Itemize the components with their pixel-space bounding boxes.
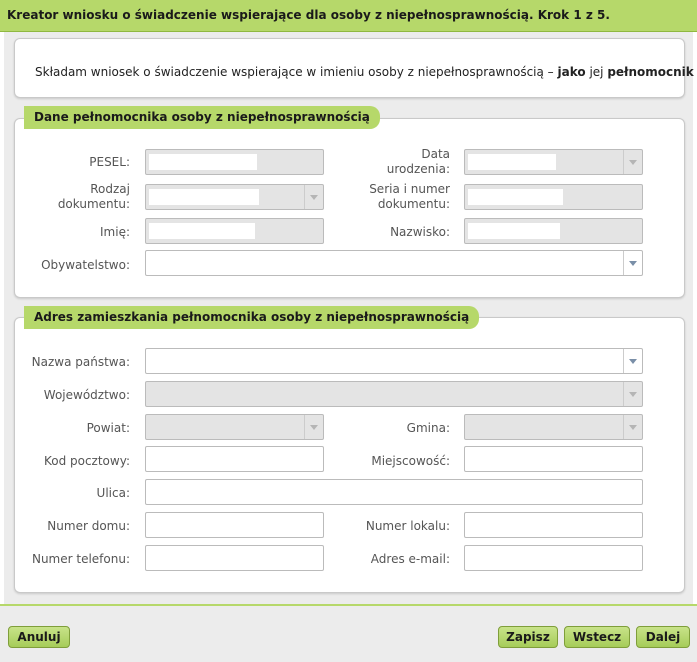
address-section-title: Adres zamieszkania pełnomocnika osoby z … xyxy=(24,306,480,329)
country-label: Nazwa państwa: xyxy=(31,355,130,369)
intro-text-prefix: Składam wniosek o świadczenie wspierając… xyxy=(35,65,558,79)
pesel-label: PESEL: xyxy=(89,155,130,169)
intro-text-mid: jej xyxy=(585,65,608,79)
attorney-data-section-title: Dane pełnomocnika osoby z niepełnosprawn… xyxy=(24,106,380,129)
phone-field[interactable] xyxy=(145,545,324,571)
last-name-field[interactable] xyxy=(464,218,643,244)
pesel-field[interactable] xyxy=(145,149,324,175)
house-number-field[interactable] xyxy=(145,512,324,538)
commune-select[interactable] xyxy=(464,414,643,440)
chevron-down-icon[interactable] xyxy=(304,185,323,209)
window-title-bar: Kreator wniosku o świadczenie wspierając… xyxy=(0,0,697,32)
voivodeship-label: Województwo: xyxy=(43,388,130,402)
postal-code-field[interactable] xyxy=(145,446,324,472)
city-field[interactable] xyxy=(464,446,643,472)
document-type-label: Rodzaj dokumentu: xyxy=(57,182,130,211)
document-number-label: Seria i numer dokumentu: xyxy=(369,182,450,211)
postal-code-label: Kod pocztowy: xyxy=(43,454,130,468)
wizard-title: Kreator wniosku o świadczenie wspierając… xyxy=(7,8,610,22)
citizenship-select[interactable] xyxy=(145,250,643,276)
chevron-down-icon[interactable] xyxy=(623,150,642,174)
flat-number-label: Numer lokalu: xyxy=(365,519,450,533)
back-button[interactable]: Wstecz xyxy=(564,626,630,648)
first-name-field[interactable] xyxy=(145,218,324,244)
flat-number-field[interactable] xyxy=(464,512,643,538)
document-type-select[interactable] xyxy=(145,184,324,210)
commune-label: Gmina: xyxy=(406,421,450,435)
email-label: Adres e-mail: xyxy=(370,552,450,566)
chevron-down-icon[interactable] xyxy=(623,251,642,275)
save-button[interactable]: Zapisz xyxy=(498,626,558,648)
city-label: Miejscowość: xyxy=(371,454,450,468)
phone-label: Numer telefonu: xyxy=(31,552,130,566)
voivodeship-select[interactable] xyxy=(145,381,643,407)
cancel-button[interactable]: Anuluj xyxy=(8,626,70,648)
intro-statement: Składam wniosek o świadczenie wspierając… xyxy=(35,65,694,79)
chevron-down-icon[interactable] xyxy=(304,415,323,439)
birthdate-label: Data urodzenia: xyxy=(386,147,450,176)
document-number-field[interactable] xyxy=(464,184,643,210)
intro-bold-pelnomocnik: pełnomocnik xyxy=(607,65,694,79)
chevron-down-icon[interactable] xyxy=(623,382,642,406)
county-select[interactable] xyxy=(145,414,324,440)
chevron-down-icon[interactable] xyxy=(623,349,642,373)
street-field[interactable] xyxy=(145,479,643,505)
county-label: Powiat: xyxy=(86,421,130,435)
last-name-label: Nazwisko: xyxy=(390,225,450,239)
citizenship-label: Obywatelstwo: xyxy=(41,258,130,272)
birthdate-picker[interactable] xyxy=(464,149,643,175)
intro-bold-jako: jako xyxy=(557,65,586,79)
next-button[interactable]: Dalej xyxy=(636,626,690,648)
first-name-label: Imię: xyxy=(100,225,130,239)
chevron-down-icon[interactable] xyxy=(623,415,642,439)
country-select[interactable] xyxy=(145,348,643,374)
house-number-label: Numer domu: xyxy=(47,519,130,533)
street-label: Ulica: xyxy=(96,486,130,500)
intro-box: Składam wniosek o świadczenie wspierając… xyxy=(14,38,694,98)
email-field[interactable] xyxy=(464,545,643,571)
